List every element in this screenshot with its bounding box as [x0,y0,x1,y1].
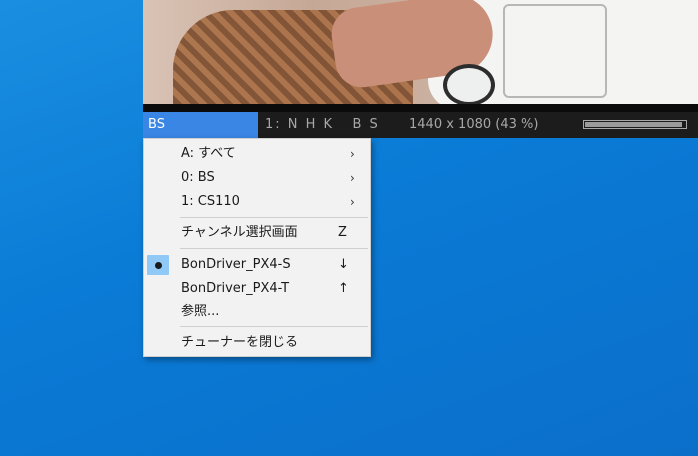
menu-separator [180,217,368,218]
arrow-up-icon: ↑ [338,281,349,296]
video-watch [443,64,495,104]
menu-item-all[interactable]: A: すべて › [145,143,369,165]
menu-item-label: A: すべて [181,146,236,161]
menu-separator [180,248,368,249]
menu-item-bs[interactable]: 0: BS › [145,167,369,189]
video-frame[interactable] [143,0,698,104]
menu-item-bondriver-s[interactable]: BonDriver_PX4-S ↓ [145,254,369,276]
menu-item-label: BonDriver_PX4-T [181,281,290,296]
menu-item-cs110[interactable]: 1: CS110 › [145,191,369,213]
submenu-arrow-icon: › [350,171,355,185]
submenu-arrow-icon: › [350,147,355,161]
menu-item-label: BonDriver_PX4-S [181,257,291,272]
status-bar: BS 1: N H K B S 1440 x 1080 (43 %) [143,112,698,138]
tv-player-window[interactable]: BS 1: N H K B S 1440 x 1080 (43 %) [143,0,698,138]
menu-item-label: チャンネル選択画面 [181,225,298,240]
context-menu: A: すべて › 0: BS › 1: CS110 › チャンネル選択画面 Z … [143,138,371,357]
status-tuner[interactable]: BS [143,112,258,138]
signal-level-meter[interactable] [583,120,687,129]
arrow-down-icon: ↓ [338,257,349,272]
video-bottom-bar [143,104,698,112]
video-shirt-print [503,4,607,98]
menu-item-label: 0: BS [181,170,215,185]
menu-item-bondriver-t[interactable]: BonDriver_PX4-T ↑ [145,278,369,300]
menu-item-shortcut: Z [338,225,347,240]
menu-item-close-tuner[interactable]: チューナーを閉じる [145,332,369,354]
menu-item-label: チューナーを閉じる [181,335,299,350]
menu-item-label: 参照... [181,304,220,319]
status-video-info[interactable]: 1440 x 1080 (43 %) [409,112,538,138]
menu-item-channel-select[interactable]: チャンネル選択画面 Z [145,222,369,244]
menu-item-browse[interactable]: 参照... [145,301,369,323]
menu-item-label: 1: CS110 [181,194,240,209]
radio-check-icon [147,255,169,275]
status-channel[interactable]: 1: N H K B S [265,112,380,138]
signal-level-fill [585,122,682,127]
menu-separator [180,326,368,327]
radio-dot [155,262,162,269]
submenu-arrow-icon: › [350,195,355,209]
